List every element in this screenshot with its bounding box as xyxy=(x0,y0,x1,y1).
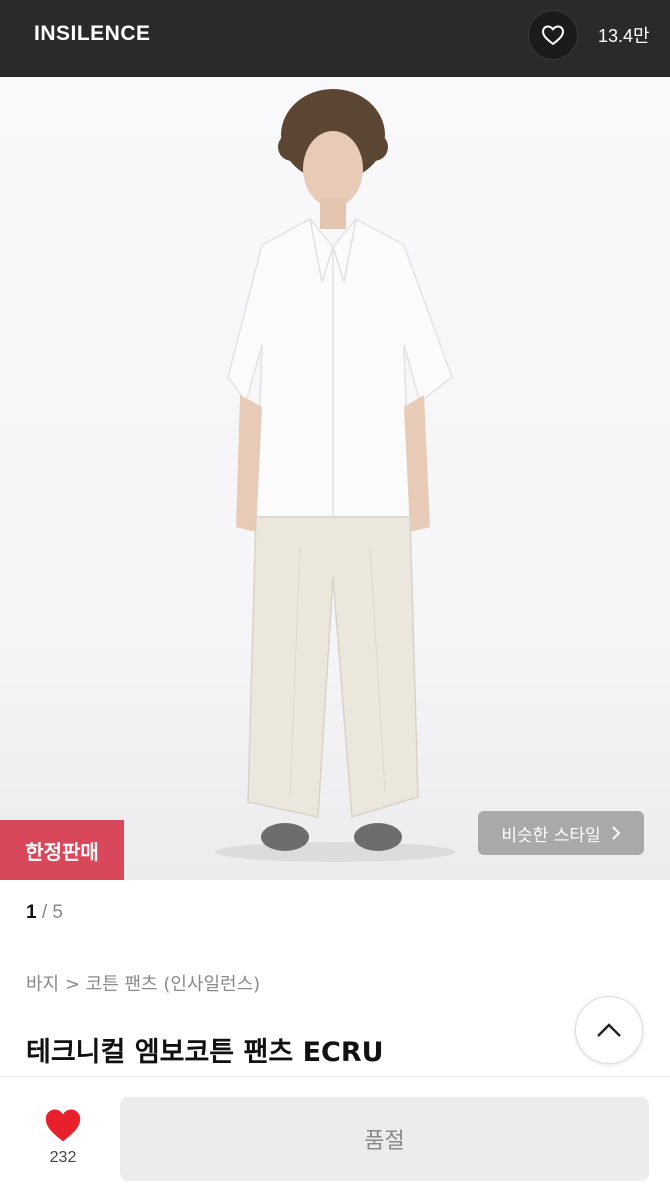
scroll-top-button[interactable] xyxy=(575,996,643,1064)
brand-logo[interactable]: INSILENCE xyxy=(34,22,151,46)
heart-filled-icon xyxy=(45,1109,81,1142)
chevron-up-icon xyxy=(597,1023,621,1037)
product-title: 테크니컬 엠보코튼 팬츠 ECRU xyxy=(26,1037,384,1068)
chevron-right-icon xyxy=(611,826,621,840)
pager-separator: / xyxy=(36,902,53,923)
category-breadcrumb[interactable]: 바지 > 코튼 팬츠 (인사일런스) xyxy=(26,970,260,996)
brand-like-button[interactable] xyxy=(528,10,578,60)
heart-outline-icon xyxy=(542,25,564,45)
top-header: INSILENCE 13.4만 xyxy=(0,0,670,77)
product-image[interactable] xyxy=(0,77,670,880)
product-like-count: 232 xyxy=(49,1149,77,1166)
similar-style-label: 비슷한 스타일 xyxy=(501,825,601,846)
image-pager: 1 / 5 xyxy=(26,902,63,924)
bottom-action-bar: 232 품절 xyxy=(0,1076,670,1200)
limited-sale-badge: 한정판매 xyxy=(0,820,124,880)
similar-style-button[interactable]: 비슷한 스타일 xyxy=(478,811,644,855)
product-like-button[interactable]: 232 xyxy=(34,1107,92,1167)
pager-current: 1 xyxy=(26,902,37,923)
brand-like-count: 13.4만 xyxy=(598,26,650,46)
sold-out-button[interactable]: 품절 xyxy=(120,1097,649,1181)
pager-total: 5 xyxy=(52,902,63,923)
model-photo xyxy=(215,89,455,862)
